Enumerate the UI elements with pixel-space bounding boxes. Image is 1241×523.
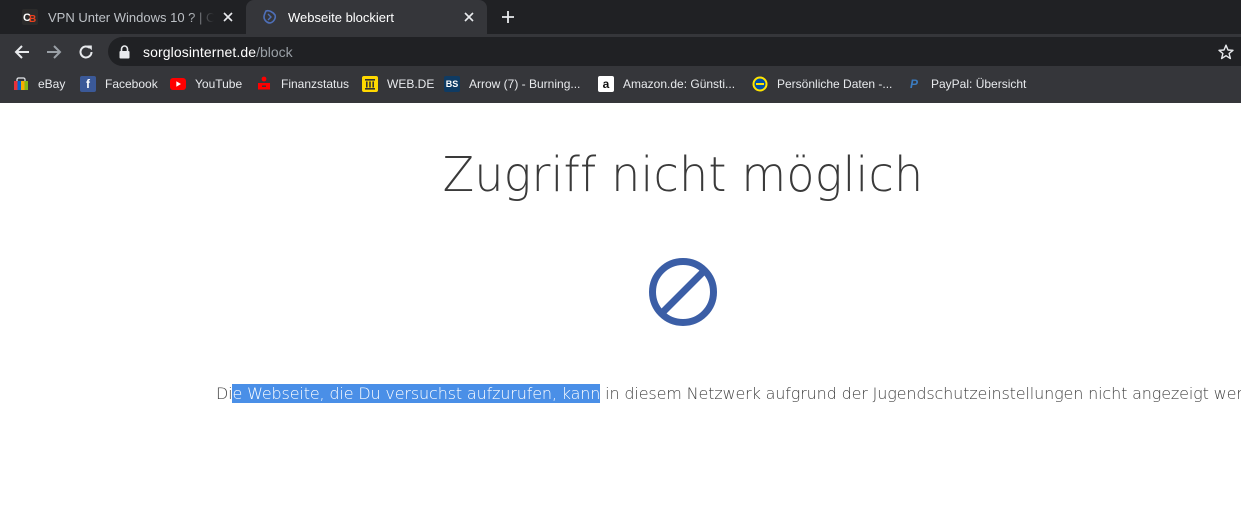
- lock-icon[interactable]: [119, 44, 133, 59]
- bookmark-amazon[interactable]: a Amazon.de: Günsti...: [598, 70, 735, 98]
- bookmark-label: eBay: [38, 77, 66, 91]
- address-bar[interactable]: sorglosinternet.de/block: [108, 37, 1241, 66]
- facebook-icon: f: [80, 76, 96, 92]
- bookmark-arrow[interactable]: BS Arrow (7) - Burning...: [444, 70, 580, 98]
- blocked-message: Die Webseite, die Du versuchst aufzurufe…: [216, 384, 1241, 403]
- tab-computerbase[interactable]: C B VPN Unter Windows 10 ? | Computerbas…: [6, 0, 246, 34]
- webde-icon: [362, 76, 378, 92]
- new-tab-button[interactable]: [498, 7, 518, 27]
- toolbar: sorglosinternet.de/block: [0, 34, 1241, 70]
- plus-icon: [502, 11, 514, 23]
- bookmark-label: WEB.DE: [387, 77, 435, 91]
- lidl-icon: [752, 76, 768, 92]
- url-host: sorglosinternet.de: [143, 43, 257, 60]
- bookmark-finanzstatus[interactable]: Finanzstatus: [256, 70, 349, 98]
- selected-text: e Webseite, die Du versuchst aufzurufen,…: [232, 384, 601, 403]
- bookmark-label: Persönliche Daten -...: [777, 77, 893, 91]
- sparkasse-icon: [256, 76, 272, 92]
- close-icon[interactable]: [220, 9, 236, 25]
- bookmark-label: YouTube: [195, 77, 243, 91]
- close-icon[interactable]: [461, 9, 477, 25]
- tab-title: VPN Unter Windows 10 ? | Computerbase: [48, 9, 214, 25]
- tab-webseite-blockiert[interactable]: Webseite blockiert: [246, 0, 487, 34]
- bookmark-ebay[interactable]: eBay: [13, 70, 65, 98]
- message-end: in diesem Netzwerk aufgrund der Jugendsc…: [600, 384, 1241, 403]
- blocked-icon: [649, 258, 717, 326]
- bookmark-label: Arrow (7) - Burning...: [469, 77, 581, 91]
- bookmark-label: PayPal: Übersicht: [931, 77, 1027, 91]
- paypal-icon: P: [909, 77, 918, 91]
- bookmark-lidl[interactable]: Persönliche Daten -...: [752, 70, 892, 98]
- arrow-left-icon: [14, 45, 29, 59]
- computerbase-icon: C B: [22, 9, 38, 25]
- arrow-right-icon: [47, 45, 62, 59]
- bookmarks-bar: eBay f Facebook YouTube Finanzstatus WEB…: [0, 70, 1241, 103]
- reload-button[interactable]: [74, 40, 98, 64]
- bookmark-label: Finanzstatus: [281, 77, 350, 91]
- tab-title: Webseite blockiert: [288, 9, 394, 25]
- bookmark-star-icon[interactable]: [1217, 43, 1235, 61]
- message-start: Di: [216, 384, 233, 403]
- youtube-icon: [170, 76, 186, 92]
- page-title: Zugriff nicht möglich: [442, 145, 924, 203]
- svg-text:B: B: [29, 14, 36, 25]
- url-path: /block: [256, 43, 293, 60]
- page-content: Zugriff nicht möglich Die Webseite, die …: [0, 103, 1241, 523]
- amazon-icon: a: [598, 76, 614, 92]
- forward-button[interactable]: [42, 40, 66, 64]
- bookmark-paypal[interactable]: P PayPal: Übersicht: [906, 70, 1026, 98]
- bs-icon: BS: [444, 76, 460, 92]
- bookmark-youtube[interactable]: YouTube: [170, 70, 242, 98]
- bookmark-label: Amazon.de: Günsti...: [623, 77, 736, 91]
- bookmark-label: Facebook: [105, 77, 158, 91]
- tab-strip: C B VPN Unter Windows 10 ? | Computerbas…: [0, 0, 1241, 34]
- reload-icon: [79, 45, 93, 59]
- bookmark-facebook[interactable]: f Facebook: [80, 70, 158, 98]
- ebay-icon: [13, 76, 29, 92]
- shield-icon: [262, 9, 278, 25]
- bookmark-webde[interactable]: WEB.DE: [362, 70, 434, 98]
- back-button[interactable]: [10, 40, 34, 64]
